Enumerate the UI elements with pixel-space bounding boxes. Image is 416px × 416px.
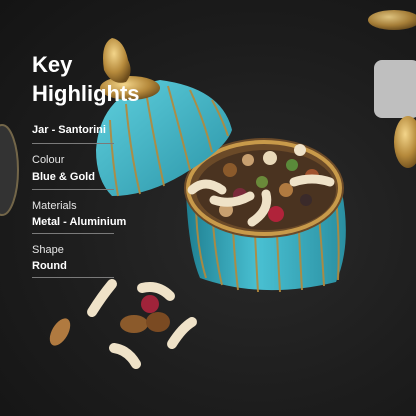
materials-label: Materials [32, 200, 77, 212]
key-highlights-panel: Key Highlights Jar - Santorini Colour Bl… [0, 0, 140, 416]
divider [32, 277, 114, 278]
shape-value: Round [32, 260, 67, 272]
materials-value: Metal - Aluminium [32, 216, 127, 228]
product-name-value: Jar - Santorini [32, 124, 106, 136]
divider [32, 143, 114, 144]
side-glass-jar [368, 10, 416, 168]
divider [32, 189, 114, 190]
divider [32, 233, 114, 234]
key-highlights-heading: Key Highlights [32, 52, 140, 106]
shape-label: Shape [32, 244, 64, 256]
product-image: Key Highlights Jar - Santorini Colour Bl… [0, 0, 416, 416]
colour-value: Blue & Gold [32, 171, 95, 183]
colour-label: Colour [32, 154, 65, 166]
